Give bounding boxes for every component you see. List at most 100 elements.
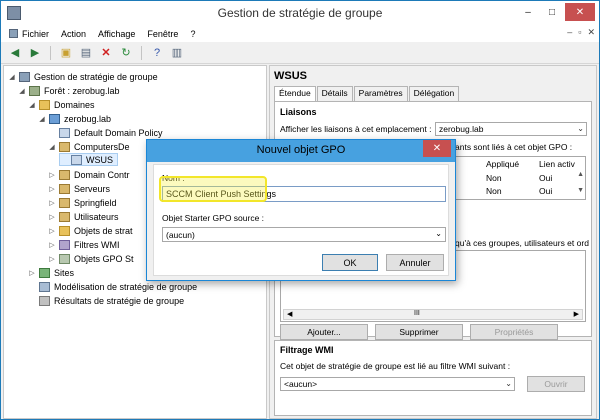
wmi-label: Cet objet de stratégie de groupe est lié… [280, 361, 511, 371]
gpo-link-icon [71, 154, 82, 165]
scroll-right-icon[interactable]: ▶ [574, 310, 579, 318]
maximize-button[interactable]: □ [541, 3, 563, 21]
sites-icon [39, 267, 50, 278]
tree-item-servers[interactable]: ▷ Serveurs [48, 182, 110, 195]
tab-settings[interactable]: Paramètres [353, 86, 408, 101]
dialog-title-bar: Nouvel objet GPO ✕ [147, 140, 455, 162]
tree-item-gpo-objects[interactable]: ▷ Objets de strat [48, 224, 133, 237]
expand-icon[interactable]: ▷ [48, 241, 56, 249]
properties-button[interactable]: Propriétés [470, 324, 558, 340]
console-icon [9, 29, 18, 38]
tree-item-wmi-filters[interactable]: ▷ Filtres WMI [48, 238, 120, 251]
window-title: Gestion de stratégie de groupe [217, 6, 383, 20]
mdi-restore-button[interactable]: ▫ [578, 27, 581, 38]
tree-item-label: zerobug.lab [64, 113, 112, 124]
mdi-close-button[interactable]: ✕ [587, 27, 595, 38]
refresh-icon[interactable]: ↻ [118, 45, 134, 61]
tree-item-label: Utilisateurs [74, 211, 119, 222]
tree-item-root[interactable]: ◢ Gestion de stratégie de groupe [8, 70, 158, 83]
starter-gpo-select[interactable]: (aucun) ⌄ [162, 227, 446, 242]
tree-item-wsus[interactable]: WSUS [59, 153, 118, 166]
gpo-title: WSUS [274, 70, 307, 82]
grid-header-link-enabled[interactable]: Lien activ [539, 159, 575, 169]
add-button[interactable]: Ajouter... [280, 324, 368, 340]
tree-item-users[interactable]: ▷ Utilisateurs [48, 210, 119, 223]
mdi-minimize-button[interactable]: – [567, 27, 572, 38]
menu-help[interactable]: ? [186, 29, 203, 39]
expand-icon[interactable]: ▷ [48, 199, 56, 207]
tree-item-label: Modélisation de stratégie de groupe [54, 281, 198, 292]
ok-button[interactable]: OK [322, 254, 378, 271]
tree-item-label: Default Domain Policy [74, 127, 163, 138]
wmi-filter-select[interactable]: <aucun> ⌄ [280, 377, 515, 391]
delete-icon[interactable]: ✕ [98, 45, 114, 61]
tab-delegation[interactable]: Délégation [408, 86, 460, 101]
show-hide-pane-icon[interactable]: ▥ [169, 45, 185, 61]
expand-icon[interactable]: ▷ [48, 255, 56, 263]
remove-button[interactable]: Supprimer [375, 324, 463, 340]
forward-arrow-icon[interactable]: ▶ [27, 45, 43, 61]
tree-item-starter-gpo[interactable]: ▷ Objets GPO St [48, 252, 134, 265]
dialog-close-button[interactable]: ✕ [423, 140, 451, 157]
tree-item-forest[interactable]: ◢ Forêt : zerobug.lab [18, 84, 120, 97]
tree-item-computers-ou[interactable]: ◢ ComputersDe [48, 140, 130, 153]
scroll-down-icon[interactable]: ▼ [577, 187, 584, 194]
collapse-icon[interactable]: ◢ [18, 87, 26, 95]
menu-file[interactable]: Fichier [5, 29, 57, 39]
grid-cell: Oui [539, 173, 553, 183]
gpmc-icon [19, 71, 30, 82]
tree-item-label: Filtres WMI [74, 239, 120, 250]
folder-icon [39, 99, 50, 110]
help-icon[interactable]: ? [149, 45, 165, 61]
results-icon [39, 295, 50, 306]
tree-item-modeling[interactable]: Modélisation de stratégie de groupe [28, 280, 197, 293]
tree-item-results[interactable]: Résultats de stratégie de groupe [28, 294, 184, 307]
wmi-filter-icon [59, 239, 70, 250]
new-gpo-dialog: Nouvel objet GPO ✕ Nom : SCCM Client Pus… [146, 139, 456, 281]
forest-icon [29, 85, 40, 96]
highlight-annotation [159, 176, 267, 202]
grid-header-enforced[interactable]: Appliqué [486, 159, 519, 169]
collapse-icon[interactable]: ◢ [28, 101, 36, 109]
scroll-up-icon[interactable]: ▲ [577, 171, 584, 178]
minimize-button[interactable]: – [517, 3, 539, 21]
tree-item-label: WSUS [86, 154, 113, 165]
expand-icon[interactable]: ▷ [48, 213, 56, 221]
tree-item-label: Forêt : zerobug.lab [44, 85, 120, 96]
tab-scope[interactable]: Étendue [274, 86, 316, 102]
tree-item-domains[interactable]: ◢ Domaines [28, 98, 95, 111]
collapse-icon[interactable]: ◢ [48, 143, 56, 151]
chevron-down-icon: ⌄ [577, 124, 584, 133]
expand-icon[interactable]: ▷ [48, 171, 56, 179]
toolbar: ◀ ▶ ▣ ▤ ✕ ↻ ? ▥ [1, 42, 599, 64]
close-button[interactable]: ✕ [565, 3, 595, 21]
scroll-thumb[interactable]: III [414, 310, 420, 317]
starter-gpo-value: (aucun) [166, 229, 195, 240]
toolbar-separator [141, 45, 142, 60]
scroll-left-icon[interactable]: ◀ [287, 310, 292, 318]
collapse-icon[interactable]: ◢ [38, 115, 46, 123]
grid-cell: Non [486, 186, 502, 196]
menu-view[interactable]: Affichage [94, 29, 143, 39]
collapse-icon[interactable]: ◢ [8, 73, 16, 81]
properties-icon[interactable]: ▤ [78, 45, 94, 61]
horizontal-scrollbar[interactable]: ◀ III ▶ [283, 309, 583, 320]
expand-icon[interactable]: ▷ [28, 269, 36, 277]
links-location-select[interactable]: zerobug.lab ⌄ [435, 122, 587, 136]
open-button[interactable]: Ouvrir [527, 376, 585, 392]
tree-item-domain-controllers[interactable]: ▷ Domain Contr [48, 168, 130, 181]
menu-action[interactable]: Action [57, 29, 94, 39]
expand-icon[interactable]: ▷ [48, 185, 56, 193]
expand-icon[interactable]: ▷ [48, 227, 56, 235]
tree-item-label: Sites [54, 267, 75, 278]
cancel-button[interactable]: Annuler [386, 254, 444, 271]
tree-item-springfield[interactable]: ▷ Springfield [48, 196, 117, 209]
tab-details[interactable]: Détails [316, 86, 353, 101]
tree-item-default-policy[interactable]: Default Domain Policy [48, 126, 163, 139]
tree-item-domain[interactable]: ◢ zerobug.lab [38, 112, 111, 125]
menu-window[interactable]: Fenêtre [143, 29, 186, 39]
tree-item-sites[interactable]: ▷ Sites [28, 266, 74, 279]
back-arrow-icon[interactable]: ◀ [7, 45, 23, 61]
up-folder-icon[interactable]: ▣ [58, 45, 74, 61]
menu-file-label: Fichier [22, 28, 50, 39]
